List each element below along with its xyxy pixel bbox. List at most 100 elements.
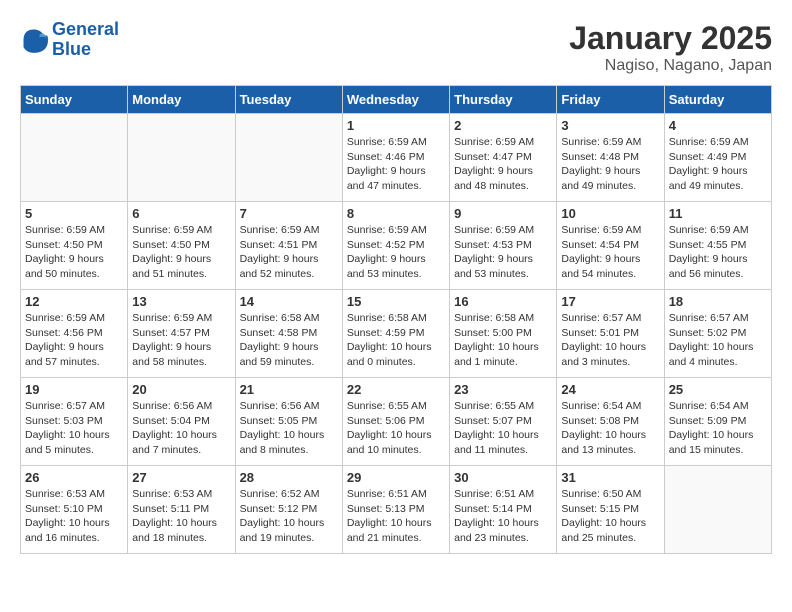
day-info: Sunrise: 6:51 AM Sunset: 5:14 PM Dayligh… bbox=[454, 487, 552, 546]
day-number: 14 bbox=[240, 294, 338, 309]
day-number: 13 bbox=[132, 294, 230, 309]
day-cell: 2 Sunrise: 6:59 AM Sunset: 4:47 PM Daylig… bbox=[450, 114, 557, 202]
week-row-4: 19 Sunrise: 6:57 AM Sunset: 5:03 PM Dayli… bbox=[21, 378, 772, 466]
day-info: Sunrise: 6:59 AM Sunset: 4:47 PM Dayligh… bbox=[454, 135, 552, 194]
day-info: Sunrise: 6:59 AM Sunset: 4:57 PM Dayligh… bbox=[132, 311, 230, 370]
day-cell: 7Sunrise: 6:59 AM Sunset: 4:51 PM Daylig… bbox=[235, 202, 342, 290]
day-number: 29 bbox=[347, 470, 445, 485]
day-info: Sunrise: 6:59 AM Sunset: 4:56 PM Dayligh… bbox=[25, 311, 123, 370]
day-number: 17 bbox=[561, 294, 659, 309]
day-cell: 6 Sunrise: 6:59 AM Sunset: 4:50 PM Daylig… bbox=[128, 202, 235, 290]
week-row-5: 26 Sunrise: 6:53 AM Sunset: 5:10 PM Dayli… bbox=[21, 466, 772, 554]
logo-icon bbox=[20, 26, 48, 54]
day-cell: 28 Sunrise: 6:52 AM Sunset: 5:12 PM Dayli… bbox=[235, 466, 342, 554]
day-cell: 5 Sunrise: 6:59 AM Sunset: 4:50 PM Daylig… bbox=[21, 202, 128, 290]
day-info: Sunrise: 6:56 AM Sunset: 5:05 PM Dayligh… bbox=[240, 399, 338, 458]
day-cell: 24Sunrise: 6:54 AM Sunset: 5:08 PM Dayli… bbox=[557, 378, 664, 466]
day-number: 30 bbox=[454, 470, 552, 485]
day-info: Sunrise: 6:55 AM Sunset: 5:06 PM Dayligh… bbox=[347, 399, 445, 458]
day-info: Sunrise: 6:53 AM Sunset: 5:11 PM Dayligh… bbox=[132, 487, 230, 546]
day-info: Sunrise: 6:54 AM Sunset: 5:09 PM Dayligh… bbox=[669, 399, 767, 458]
logo-line1: General bbox=[52, 19, 119, 39]
day-number: 20 bbox=[132, 382, 230, 397]
day-cell: 10 Sunrise: 6:59 AM Sunset: 4:54 PM Dayli… bbox=[557, 202, 664, 290]
day-number: 26 bbox=[25, 470, 123, 485]
day-cell: 9 Sunrise: 6:59 AM Sunset: 4:53 PM Daylig… bbox=[450, 202, 557, 290]
weekday-header-thursday: Thursday bbox=[450, 86, 557, 114]
day-cell: 25Sunrise: 6:54 AM Sunset: 5:09 PM Dayli… bbox=[664, 378, 771, 466]
weekday-header-row: SundayMondayTuesdayWednesdayThursdayFrid… bbox=[21, 86, 772, 114]
day-cell: 23Sunrise: 6:55 AM Sunset: 5:07 PM Dayli… bbox=[450, 378, 557, 466]
weekday-header-monday: Monday bbox=[128, 86, 235, 114]
day-number: 16 bbox=[454, 294, 552, 309]
day-info: Sunrise: 6:57 AM Sunset: 5:01 PM Dayligh… bbox=[561, 311, 659, 370]
day-cell: 31 Sunrise: 6:50 AM Sunset: 5:15 PM Dayli… bbox=[557, 466, 664, 554]
day-number: 9 bbox=[454, 206, 552, 221]
day-info: Sunrise: 6:53 AM Sunset: 5:10 PM Dayligh… bbox=[25, 487, 123, 546]
day-cell bbox=[235, 114, 342, 202]
day-cell bbox=[128, 114, 235, 202]
day-cell: 1 Sunrise: 6:59 AM Sunset: 4:46 PM Daylig… bbox=[342, 114, 449, 202]
day-info: Sunrise: 6:59 AM Sunset: 4:55 PM Dayligh… bbox=[669, 223, 767, 282]
day-cell: 11 Sunrise: 6:59 AM Sunset: 4:55 PM Dayli… bbox=[664, 202, 771, 290]
day-number: 18 bbox=[669, 294, 767, 309]
day-info: Sunrise: 6:58 AM Sunset: 4:58 PM Dayligh… bbox=[240, 311, 338, 370]
day-info: Sunrise: 6:59 AM Sunset: 4:48 PM Dayligh… bbox=[561, 135, 659, 194]
day-number: 12 bbox=[25, 294, 123, 309]
day-number: 5 bbox=[25, 206, 123, 221]
day-number: 3 bbox=[561, 118, 659, 133]
title-area: January 2025 Nagiso, Nagano, Japan bbox=[569, 20, 772, 75]
day-number: 11 bbox=[669, 206, 767, 221]
day-number: 6 bbox=[132, 206, 230, 221]
day-cell: 22 Sunrise: 6:55 AM Sunset: 5:06 PM Dayli… bbox=[342, 378, 449, 466]
day-number: 19 bbox=[25, 382, 123, 397]
day-number: 31 bbox=[561, 470, 659, 485]
page-header: General Blue January 2025 Nagiso, Nagano… bbox=[20, 20, 772, 75]
day-info: Sunrise: 6:59 AM Sunset: 4:46 PM Dayligh… bbox=[347, 135, 445, 194]
day-info: Sunrise: 6:57 AM Sunset: 5:03 PM Dayligh… bbox=[25, 399, 123, 458]
day-cell: 21Sunrise: 6:56 AM Sunset: 5:05 PM Dayli… bbox=[235, 378, 342, 466]
day-cell: 4 Sunrise: 6:59 AM Sunset: 4:49 PM Daylig… bbox=[664, 114, 771, 202]
day-info: Sunrise: 6:59 AM Sunset: 4:50 PM Dayligh… bbox=[25, 223, 123, 282]
day-cell: 29Sunrise: 6:51 AM Sunset: 5:13 PM Dayli… bbox=[342, 466, 449, 554]
day-number: 2 bbox=[454, 118, 552, 133]
week-row-3: 12 Sunrise: 6:59 AM Sunset: 4:56 PM Dayli… bbox=[21, 290, 772, 378]
day-info: Sunrise: 6:56 AM Sunset: 5:04 PM Dayligh… bbox=[132, 399, 230, 458]
day-cell: 8 Sunrise: 6:59 AM Sunset: 4:52 PM Daylig… bbox=[342, 202, 449, 290]
weekday-header-sunday: Sunday bbox=[21, 86, 128, 114]
day-number: 8 bbox=[347, 206, 445, 221]
day-cell: 30 Sunrise: 6:51 AM Sunset: 5:14 PM Dayli… bbox=[450, 466, 557, 554]
location: Nagiso, Nagano, Japan bbox=[569, 57, 772, 75]
day-info: Sunrise: 6:59 AM Sunset: 4:52 PM Dayligh… bbox=[347, 223, 445, 282]
day-number: 15 bbox=[347, 294, 445, 309]
day-number: 27 bbox=[132, 470, 230, 485]
day-info: Sunrise: 6:59 AM Sunset: 4:51 PM Dayligh… bbox=[240, 223, 338, 282]
logo: General Blue bbox=[20, 20, 119, 60]
day-info: Sunrise: 6:59 AM Sunset: 4:49 PM Dayligh… bbox=[669, 135, 767, 194]
day-cell bbox=[664, 466, 771, 554]
day-number: 22 bbox=[347, 382, 445, 397]
day-info: Sunrise: 6:58 AM Sunset: 4:59 PM Dayligh… bbox=[347, 311, 445, 370]
day-info: Sunrise: 6:59 AM Sunset: 4:53 PM Dayligh… bbox=[454, 223, 552, 282]
day-cell: 14 Sunrise: 6:58 AM Sunset: 4:58 PM Dayli… bbox=[235, 290, 342, 378]
day-cell: 16Sunrise: 6:58 AM Sunset: 5:00 PM Dayli… bbox=[450, 290, 557, 378]
calendar: SundayMondayTuesdayWednesdayThursdayFrid… bbox=[20, 85, 772, 554]
day-cell: 15 Sunrise: 6:58 AM Sunset: 4:59 PM Dayli… bbox=[342, 290, 449, 378]
day-cell: 18 Sunrise: 6:57 AM Sunset: 5:02 PM Dayli… bbox=[664, 290, 771, 378]
day-info: Sunrise: 6:59 AM Sunset: 4:54 PM Dayligh… bbox=[561, 223, 659, 282]
day-info: Sunrise: 6:50 AM Sunset: 5:15 PM Dayligh… bbox=[561, 487, 659, 546]
day-info: Sunrise: 6:52 AM Sunset: 5:12 PM Dayligh… bbox=[240, 487, 338, 546]
day-cell: 13 Sunrise: 6:59 AM Sunset: 4:57 PM Dayli… bbox=[128, 290, 235, 378]
day-info: Sunrise: 6:57 AM Sunset: 5:02 PM Dayligh… bbox=[669, 311, 767, 370]
day-number: 10 bbox=[561, 206, 659, 221]
day-number: 4 bbox=[669, 118, 767, 133]
day-info: Sunrise: 6:55 AM Sunset: 5:07 PM Dayligh… bbox=[454, 399, 552, 458]
day-cell: 26 Sunrise: 6:53 AM Sunset: 5:10 PM Dayli… bbox=[21, 466, 128, 554]
day-number: 28 bbox=[240, 470, 338, 485]
day-number: 1 bbox=[347, 118, 445, 133]
day-info: Sunrise: 6:54 AM Sunset: 5:08 PM Dayligh… bbox=[561, 399, 659, 458]
day-cell: 17 Sunrise: 6:57 AM Sunset: 5:01 PM Dayli… bbox=[557, 290, 664, 378]
month-title: January 2025 bbox=[569, 20, 772, 57]
day-info: Sunrise: 6:59 AM Sunset: 4:50 PM Dayligh… bbox=[132, 223, 230, 282]
weekday-header-tuesday: Tuesday bbox=[235, 86, 342, 114]
